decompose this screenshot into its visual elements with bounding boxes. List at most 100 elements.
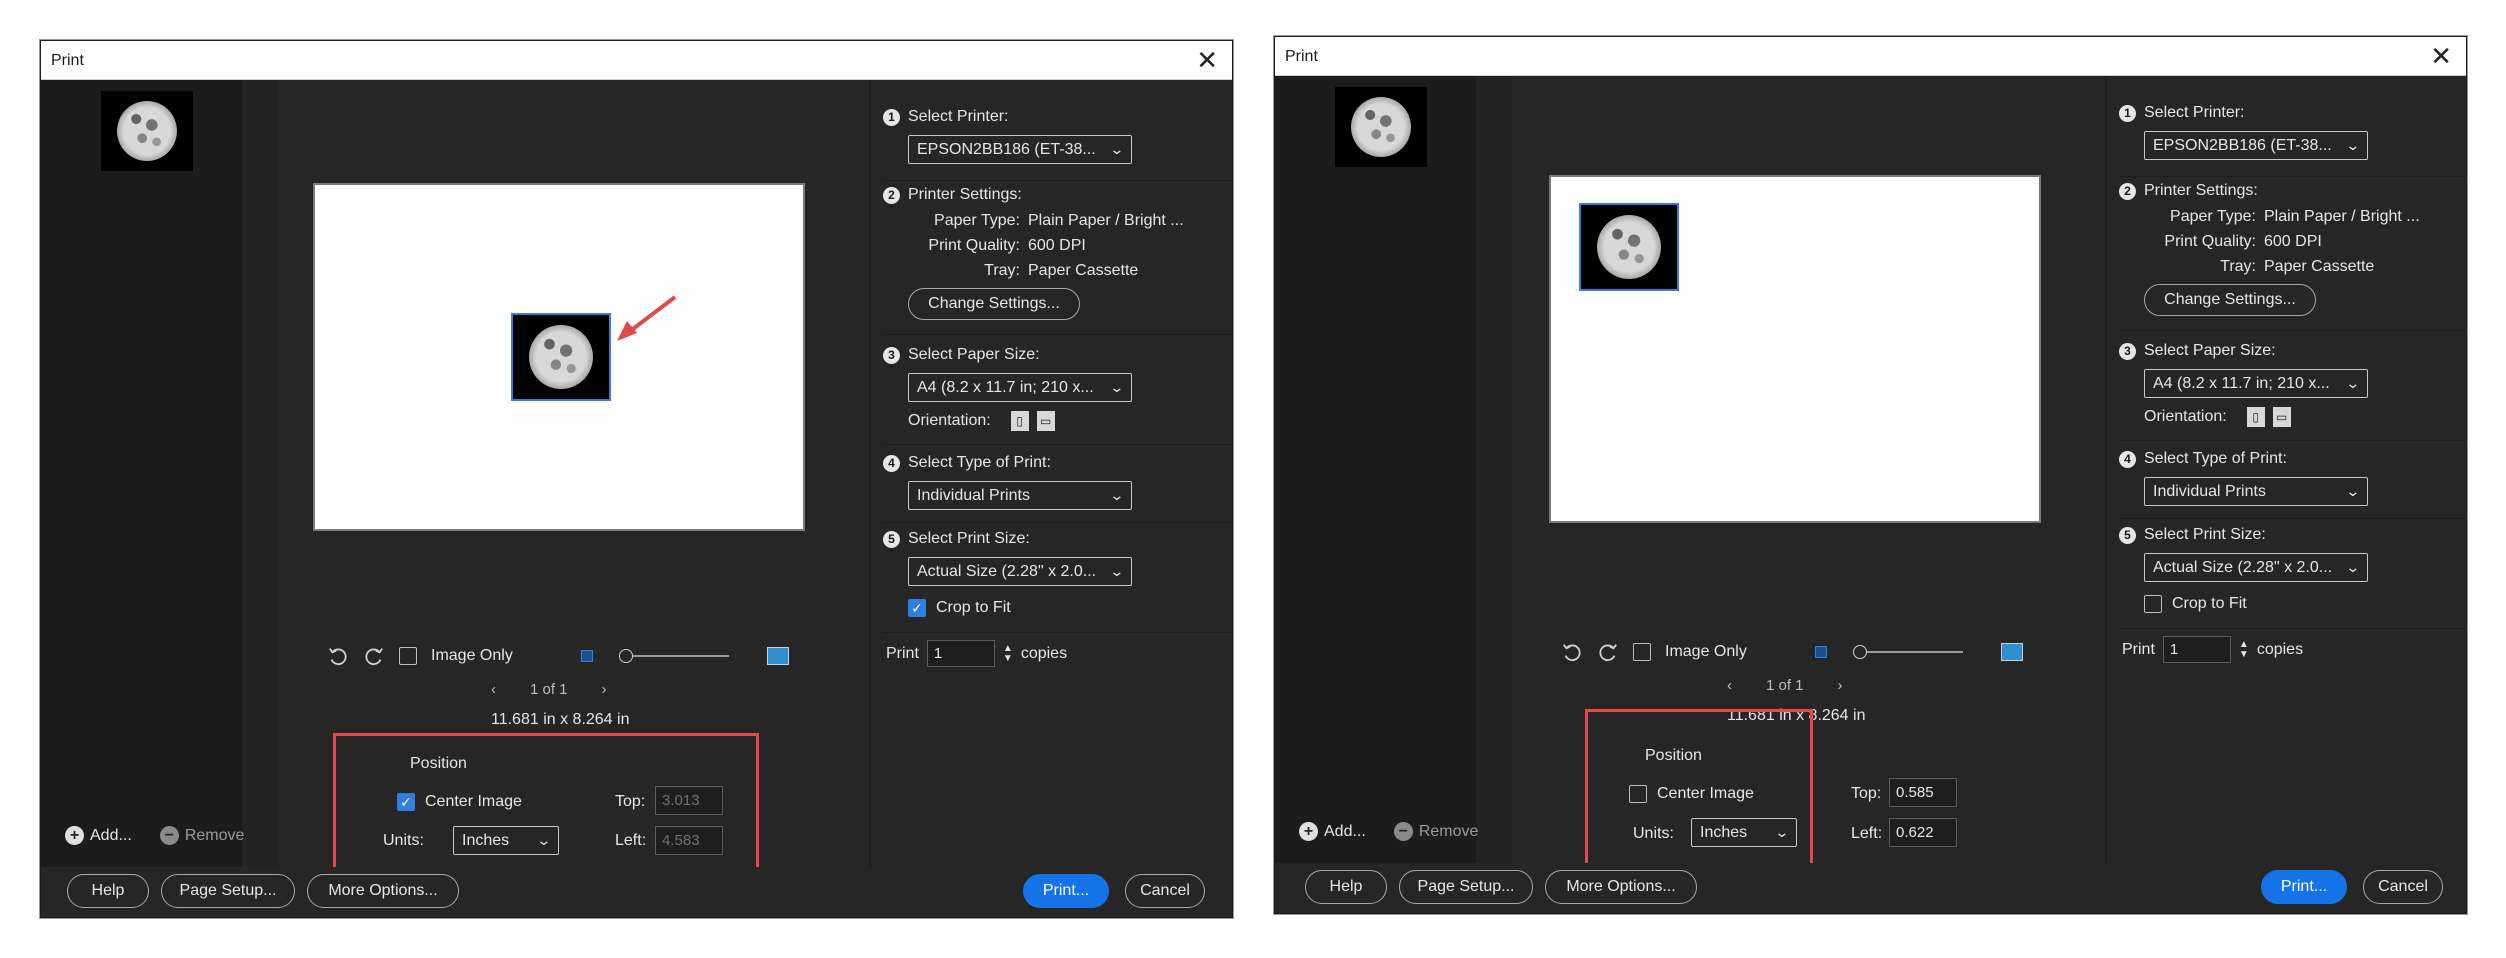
copies-row: Print 1 ▲ ▼ copies xyxy=(2122,636,2303,663)
chevron-down-icon: ⌄ xyxy=(536,832,552,848)
copies-stepper-icon[interactable]: ▲ ▼ xyxy=(1003,643,1013,664)
center-image-checkbox[interactable] xyxy=(1629,785,1647,803)
window-title: Print xyxy=(51,52,84,69)
placed-image[interactable] xyxy=(1579,203,1679,291)
print-size-select[interactable]: Actual Size (2.28" x 2.0... ⌄ xyxy=(2144,553,2368,582)
units-select[interactable]: Inches ⌄ xyxy=(453,826,559,855)
copies-stepper-icon[interactable]: ▲ ▼ xyxy=(2239,639,2249,660)
close-icon[interactable]: ✕ xyxy=(2430,43,2452,69)
paper-type-row: Paper Type: Plain Paper / Bright ... xyxy=(2144,208,2420,226)
prev-page-icon[interactable]: ‹ xyxy=(1727,677,1732,694)
top-input[interactable]: 3.013 xyxy=(655,786,723,815)
image-only-label: Image Only xyxy=(431,647,513,664)
copies-input[interactable]: 1 xyxy=(2162,636,2231,663)
crop-to-fit-checkbox[interactable] xyxy=(2144,595,2162,613)
portrait-icon[interactable]: ▯ xyxy=(2246,407,2265,427)
page-setup-button[interactable]: Page Setup... xyxy=(1399,870,1533,904)
preview-tools: Image Only xyxy=(1561,641,2023,663)
landscape-icon[interactable]: ▭ xyxy=(1036,411,1055,431)
cancel-button[interactable]: Cancel xyxy=(2363,870,2443,904)
step-label: Select Print Size: xyxy=(2144,526,2266,543)
help-button[interactable]: Help xyxy=(67,874,149,908)
copies-input[interactable]: 1 xyxy=(926,640,995,667)
thumbnail-image[interactable] xyxy=(1335,87,1427,167)
units-label: Units: xyxy=(1633,825,1674,842)
thumbnail-pane-gutter xyxy=(242,80,278,867)
print-size-select[interactable]: Actual Size (2.28" x 2.0... ⌄ xyxy=(908,557,1132,586)
chevron-down-icon: ⌄ xyxy=(1109,563,1125,579)
center-image-checkbox[interactable]: ✓ xyxy=(397,793,415,811)
print-button[interactable]: Print... xyxy=(2261,870,2347,904)
page-indicator: 1 of 1 xyxy=(1766,677,1804,694)
units-value: Inches xyxy=(462,831,510,849)
rotate-right-icon[interactable] xyxy=(1597,641,1619,663)
page-setup-button[interactable]: Page Setup... xyxy=(161,874,295,908)
remove-button[interactable]: − Remove xyxy=(1393,822,1478,841)
landscape-icon[interactable]: ▭ xyxy=(2272,407,2291,427)
next-page-icon[interactable]: › xyxy=(1838,677,1843,694)
add-button[interactable]: + Add... xyxy=(1299,822,1366,841)
step-number: 2 xyxy=(883,186,900,204)
step-paper-size: 3 Select Paper Size: xyxy=(883,346,1040,364)
step-select-printer: 1 Select Printer: xyxy=(2119,104,2244,122)
left-input[interactable]: 4.583 xyxy=(655,826,723,855)
zoom-large-icon[interactable] xyxy=(2000,643,2023,661)
paper-size-select[interactable]: A4 (8.2 x 11.7 in; 210 x... ⌄ xyxy=(2144,369,2368,398)
top-label: Top: xyxy=(615,793,646,810)
step-label: Select Print Size: xyxy=(908,530,1030,547)
tray-value: Paper Cassette xyxy=(2264,258,2375,275)
thumbnail-image[interactable] xyxy=(101,91,193,171)
left-label: Left: xyxy=(1851,825,1883,842)
page-indicator: 1 of 1 xyxy=(530,681,568,698)
more-options-button[interactable]: More Options... xyxy=(307,874,459,908)
left-input[interactable]: 0.622 xyxy=(1889,818,1957,847)
zoom-small-icon[interactable] xyxy=(580,650,593,662)
next-page-icon[interactable]: › xyxy=(602,681,607,698)
change-settings-button[interactable]: Change Settings... xyxy=(908,288,1080,320)
image-only-checkbox[interactable] xyxy=(1633,643,1651,661)
remove-button[interactable]: − Remove xyxy=(159,826,244,845)
orientation-row: Orientation: ▯ ▭ xyxy=(908,411,1055,431)
rotate-left-icon[interactable] xyxy=(1561,641,1583,663)
help-button[interactable]: Help xyxy=(1305,870,1387,904)
change-settings-button[interactable]: Change Settings... xyxy=(2144,284,2316,316)
step-label: Select Printer: xyxy=(2144,104,2245,121)
zoom-slider-knob[interactable] xyxy=(618,649,633,663)
button-bar: Help Page Setup... More Options... Print… xyxy=(1275,863,2466,913)
printer-select[interactable]: EPSON2BB186 (ET-38... ⌄ xyxy=(2144,131,2368,160)
image-only-label: Image Only xyxy=(1665,643,1747,660)
crop-to-fit-control[interactable]: Crop to Fit xyxy=(2144,595,2247,613)
portrait-icon[interactable]: ▯ xyxy=(1010,411,1029,431)
zoom-slider[interactable] xyxy=(618,649,729,663)
printer-select[interactable]: EPSON2BB186 (ET-38... ⌄ xyxy=(908,135,1132,164)
cancel-button[interactable]: Cancel xyxy=(1125,874,1205,908)
print-type-select[interactable]: Individual Prints ⌄ xyxy=(2144,477,2368,506)
zoom-large-icon[interactable] xyxy=(766,647,789,665)
orientation-row: Orientation: ▯ ▭ xyxy=(2144,407,2291,427)
print-quality-value: 600 DPI xyxy=(1028,237,1086,254)
step-printer-settings: 2 Printer Settings: xyxy=(883,186,1022,204)
units-select[interactable]: Inches ⌄ xyxy=(1691,818,1797,847)
tray-label: Tray: xyxy=(984,262,1020,279)
image-only-checkbox[interactable] xyxy=(399,647,417,665)
rotate-right-icon[interactable] xyxy=(363,645,385,667)
crop-to-fit-control[interactable]: ✓ Crop to Fit xyxy=(908,599,1011,617)
placed-image[interactable] xyxy=(511,313,611,401)
paper-size-value: A4 (8.2 x 11.7 in; 210 x... xyxy=(2153,374,2330,392)
print-quality-row: Print Quality: 600 DPI xyxy=(908,237,1086,255)
more-options-button[interactable]: More Options... xyxy=(1545,870,1697,904)
print-button[interactable]: Print... xyxy=(1023,874,1109,908)
center-image-control[interactable]: Center Image xyxy=(1629,785,1754,803)
zoom-slider-knob[interactable] xyxy=(1852,645,1867,659)
paper-size-select[interactable]: A4 (8.2 x 11.7 in; 210 x... ⌄ xyxy=(908,373,1132,402)
center-image-control[interactable]: ✓ Center Image xyxy=(397,793,522,811)
rotate-left-icon[interactable] xyxy=(327,645,349,667)
add-button[interactable]: + Add... xyxy=(65,826,132,845)
zoom-small-icon[interactable] xyxy=(1814,646,1827,658)
print-type-select[interactable]: Individual Prints ⌄ xyxy=(908,481,1132,510)
top-input[interactable]: 0.585 xyxy=(1889,778,1957,807)
zoom-slider[interactable] xyxy=(1852,645,1963,659)
close-icon[interactable]: ✕ xyxy=(1196,47,1218,73)
crop-to-fit-checkbox[interactable]: ✓ xyxy=(908,599,926,617)
prev-page-icon[interactable]: ‹ xyxy=(491,681,496,698)
